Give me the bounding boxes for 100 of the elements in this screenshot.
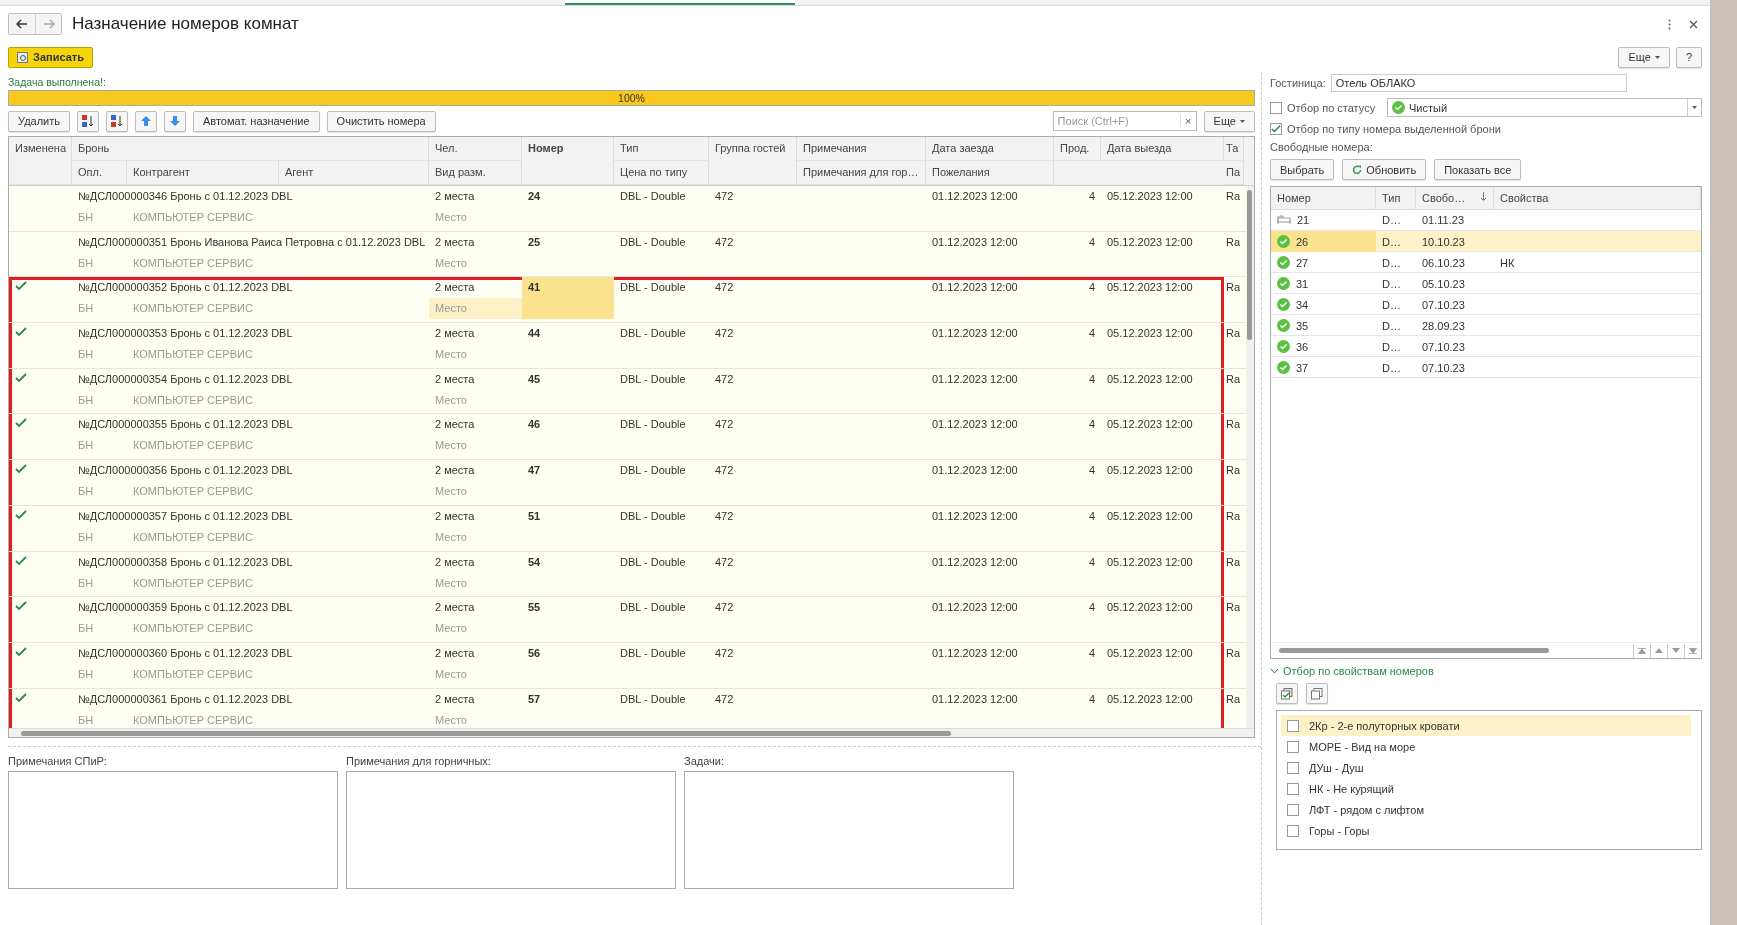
- help-button[interactable]: ?: [1675, 46, 1702, 68]
- checkbox[interactable]: [1270, 101, 1282, 114]
- table-cell-text: №ДСЛ000000356 Бронь с 01.12.2023 DBL: [77, 463, 294, 479]
- sort-descending-icon: [110, 114, 124, 128]
- table-row[interactable]: №ДСЛ000000351 Бронь Иванова Раиса Петровна с 01.12.2023 DBL 2 места 25 DBL - Double 472 01.12.2023 12:00 4 05.12.2023 12:00 БН КОМПЬЮТЕР СЕРВИС Место Ra: [9, 231, 1246, 278]
- checkbox[interactable]: [1287, 824, 1299, 837]
- checkbox[interactable]: [1287, 740, 1299, 753]
- table-cell-text: №ДСЛ000000357 Бронь с 01.12.2023 DBL: [77, 508, 294, 524]
- list-item[interactable]: ДУш - Душ: [1281, 757, 1691, 778]
- table-cell-text: DBL - Double: [619, 326, 687, 342]
- list-item[interactable]: НК - Не курящий: [1281, 778, 1691, 799]
- more-button[interactable]: Еще: [1203, 110, 1255, 132]
- table-cell-text: Место: [434, 392, 468, 408]
- table-cell-text: Место: [434, 438, 468, 454]
- table-cell-text: 2 места: [434, 234, 476, 250]
- up-button[interactable]: [135, 110, 157, 132]
- uncheck-all-button[interactable]: [1306, 683, 1328, 704]
- sort-asc-button[interactable]: [77, 110, 99, 132]
- save-button[interactable]: Записать: [8, 46, 93, 68]
- checkbox[interactable]: [1287, 761, 1299, 774]
- search-field[interactable]: Поиск (Ctrl+F) ×: [1052, 111, 1197, 131]
- more-button[interactable]: Еще: [1618, 46, 1670, 68]
- table-cell-text: Ra: [1225, 417, 1242, 433]
- properties-toggle[interactable]: Отбор по свойствам номеров: [1270, 665, 1702, 677]
- table-row[interactable]: №ДСЛ000000356 Бронь с 01.12.2023 DBL 2 места 47 DBL - Double 472 01.12.2023 12:00 4 05.12.2023 12:00 БН КОМПЬЮТЕР СЕРВИС Место Ra: [9, 460, 1246, 506]
- progress-reading: 100%: [617, 92, 646, 104]
- table-cell-text: Место: [434, 347, 468, 363]
- check-all-button[interactable]: [1276, 683, 1298, 704]
- table-cell-text: 05.12.2023 12:00: [1106, 645, 1194, 661]
- list-item[interactable]: МОРЕ - Вид на море: [1281, 736, 1691, 757]
- table-cell-text: Ra: [1225, 691, 1242, 707]
- table-cell: D…: [1382, 361, 1401, 374]
- toolbar-button[interactable]: Обновить: [1342, 159, 1427, 180]
- sort-desc-button[interactable]: [106, 110, 128, 132]
- table-cell-text: №ДСЛ000000360 Бронь с 01.12.2023 DBL: [77, 645, 294, 661]
- sort-ascending-icon: [81, 114, 95, 128]
- toolbar-button[interactable]: Автомат. назначение: [193, 110, 320, 132]
- table-row[interactable]: №ДСЛ000000361 Бронь с 01.12.2023 DBL 2 места 57 DBL - Double 472 01.12.2023 12:00 4 05.12.2023 12:00 БН КОМПЬЮТЕР СЕРВИС Место Ra: [9, 688, 1246, 728]
- table-cell-text: 57: [527, 691, 542, 707]
- toolbar-button[interactable]: Выбрать: [1270, 159, 1335, 180]
- table-row[interactable]: №ДСЛ000000346 Бронь с 01.12.2023 DBL 2 места 24 DBL - Double 472 01.12.2023 12:00 4 05.12.2023 12:00 БН КОМПЬЮТЕР СЕРВИС Место Ra: [9, 186, 1246, 232]
- checkbox[interactable]: [1270, 123, 1282, 135]
- table-row[interactable]: 26 D… 10.10.23: [1271, 231, 1701, 252]
- checkbox[interactable]: [1287, 803, 1299, 816]
- hotel-field[interactable]: Отель ОБЛАКО: [1330, 74, 1627, 92]
- clear-search-button[interactable]: ×: [1179, 115, 1196, 127]
- table-row[interactable]: №ДСЛ000000352 Бронь с 01.12.2023 DBL 2 места 41 DBL - Double 472 01.12.2023 12:00 4 05.12.2023 12:00 БН КОМПЬЮТЕР СЕРВИС Место Ra: [9, 277, 1246, 324]
- table-cell-text: 472: [714, 508, 735, 524]
- table-cell-text: 4: [1087, 508, 1096, 524]
- table-cell-text: 05.12.2023 12:00: [1106, 508, 1194, 524]
- clean-status-icon: [1277, 361, 1290, 374]
- toolbar-button[interactable]: Удалить: [8, 110, 70, 132]
- table-cell-text: 472: [714, 371, 735, 387]
- checkbox[interactable]: [1287, 782, 1299, 795]
- close-icon: [1689, 19, 1698, 29]
- list-item[interactable]: 2Кр - 2-е полуторных кровати: [1281, 715, 1691, 736]
- table-cell-text: 01.12.2023 12:00: [931, 417, 1019, 433]
- list-item[interactable]: Горы - Горы: [1281, 820, 1691, 841]
- table-row[interactable]: №ДСЛ000000354 Бронь с 01.12.2023 DBL 2 места 45 DBL - Double 472 01.12.2023 12:00 4 05.12.2023 12:00 БН КОМПЬЮТЕР СЕРВИС Место Ra: [9, 368, 1246, 415]
- toolbar-button[interactable]: Очистить номера: [326, 110, 436, 132]
- table-row[interactable]: №ДСЛ000000353 Бронь с 01.12.2023 DBL 2 места 44 DBL - Double 472 01.12.2023 12:00 4 05.12.2023 12:00 БН КОМПЬЮТЕР СЕРВИС Место Ra: [9, 323, 1246, 369]
- status-select[interactable]: Чистый: [1387, 98, 1702, 117]
- notes-field[interactable]: [346, 771, 676, 889]
- back-button[interactable]: [9, 14, 35, 34]
- table-row[interactable]: №ДСЛ000000357 Бронь с 01.12.2023 DBL 2 места 51 DBL - Double 472 01.12.2023 12:00 4 05.12.2023 12:00 БН КОМПЬЮТЕР СЕРВИС Место Ra: [9, 505, 1246, 552]
- table-cell-text: 05.12.2023 12:00: [1106, 234, 1194, 250]
- list-item[interactable]: ЛФТ - рядом с лифтом: [1281, 799, 1691, 820]
- table-cell-text: 472: [714, 189, 735, 204]
- table-cell-text: Место: [434, 529, 468, 545]
- table-row[interactable]: №ДСЛ000000360 Бронь с 01.12.2023 DBL 2 места 56 DBL - Double 472 01.12.2023 12:00 4 05.12.2023 12:00 БН КОМПЬЮТЕР СЕРВИС Место Ra: [9, 642, 1246, 689]
- table-cell: 28.09.23: [1422, 319, 1465, 332]
- table-row[interactable]: №ДСЛ000000355 Бронь с 01.12.2023 DBL 2 места 46 DBL - Double 472 01.12.2023 12:00 4 05.12.2023 12:00 БН КОМПЬЮТЕР СЕРВИС Место Ra: [9, 414, 1246, 461]
- column-header: Прод.: [1054, 137, 1101, 161]
- clean-status-icon: [1277, 235, 1290, 248]
- table-cell-text: БН: [77, 392, 95, 408]
- table-cell-text: БН: [77, 575, 95, 591]
- column-header: Агент: [279, 161, 429, 185]
- notes-field[interactable]: [684, 771, 1014, 889]
- table-cell-text: 4: [1087, 280, 1096, 296]
- table-row[interactable]: №ДСЛ000000359 Бронь с 01.12.2023 DBL 2 места 55 DBL - Double 472 01.12.2023 12:00 4 05.12.2023 12:00 БН КОМПЬЮТЕР СЕРВИС Место Ra: [9, 597, 1246, 643]
- progress-label: Задача выполнена!:: [8, 76, 107, 90]
- table-cell-text: 05.12.2023 12:00: [1106, 326, 1194, 342]
- table-cell-text: 05.12.2023 12:00: [1106, 463, 1194, 479]
- notes-field[interactable]: [8, 771, 338, 889]
- table-cell: 31: [1296, 277, 1309, 290]
- table-cell-text: 01.12.2023 12:00: [931, 280, 1019, 296]
- table-cell-text: 01.12.2023 12:00: [931, 234, 1019, 250]
- table-row[interactable]: №ДСЛ000000358 Бронь с 01.12.2023 DBL 2 места 54 DBL - Double 472 01.12.2023 12:00 4 05.12.2023 12:00 БН КОМПЬЮТЕР СЕРВИС Место Ra: [9, 551, 1246, 598]
- table-cell-text: Место: [434, 484, 468, 500]
- notes-label: Примечания СПиР:: [8, 755, 108, 767]
- table-cell-text: Ra: [1225, 463, 1242, 479]
- column-header: Контрагент: [127, 161, 279, 185]
- toolbar-button[interactable]: Показать все: [1434, 159, 1522, 180]
- down-button[interactable]: [164, 110, 186, 132]
- checkbox-label: Отбор по типу номера выделенной брони: [1287, 123, 1501, 135]
- checkbox[interactable]: [1287, 719, 1299, 732]
- table-cell-text: Ra: [1225, 645, 1242, 661]
- table-cell-text: 4: [1087, 417, 1096, 433]
- table-cell-text: 4: [1087, 189, 1096, 204]
- table-cell-text: 01.12.2023 12:00: [931, 645, 1019, 661]
